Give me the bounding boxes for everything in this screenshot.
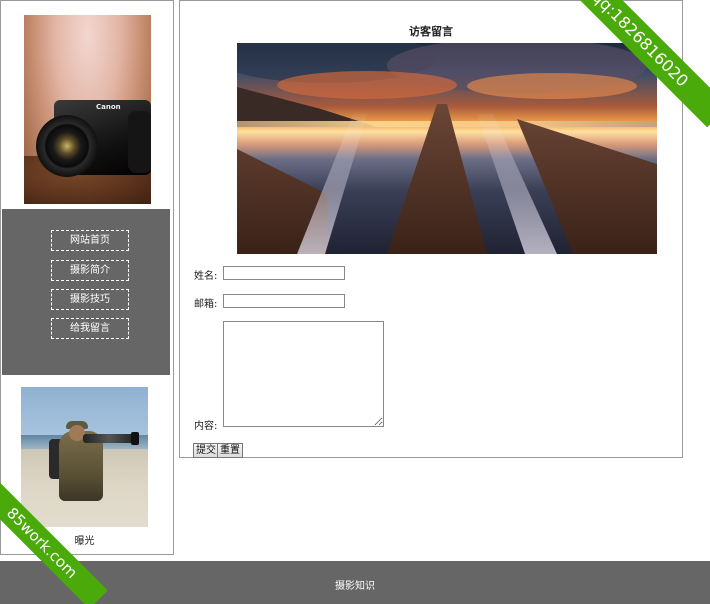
main-panel: 访客留言 姓名: 邮箱: 内容: 提交 重置 xyxy=(179,0,683,458)
photographer-photo xyxy=(21,387,148,527)
hero-cloud xyxy=(467,73,637,99)
camera-brand-text: Canon xyxy=(96,103,121,111)
submit-button[interactable]: 提交 xyxy=(193,443,219,458)
camera-lens xyxy=(36,115,98,177)
hero-seascape-image xyxy=(237,43,657,254)
camera-grip xyxy=(128,111,151,173)
photo-lens-hood xyxy=(131,432,139,445)
content-textarea[interactable] xyxy=(223,321,384,427)
nav-item-home[interactable]: 网站首页 xyxy=(51,230,129,251)
photo-telephoto-lens xyxy=(83,434,135,443)
name-input[interactable] xyxy=(223,266,345,280)
name-label: 姓名: xyxy=(194,271,218,282)
nav-item-tips[interactable]: 摄影技巧 xyxy=(51,289,129,310)
nav-panel: 网站首页 摄影简介 摄影技巧 给我留言 xyxy=(2,209,170,375)
reset-button[interactable]: 重置 xyxy=(217,443,243,458)
content-label: 内容: xyxy=(194,421,218,432)
email-label: 邮箱: xyxy=(194,299,218,310)
nav-item-message[interactable]: 给我留言 xyxy=(51,318,129,339)
nav-item-intro[interactable]: 摄影简介 xyxy=(51,260,129,281)
camera-photo: Canon xyxy=(24,15,151,204)
footer: 摄影知识 xyxy=(0,561,710,604)
hero-cloud xyxy=(277,71,457,99)
hero-water-streak xyxy=(297,114,367,254)
email-input[interactable] xyxy=(223,294,345,308)
